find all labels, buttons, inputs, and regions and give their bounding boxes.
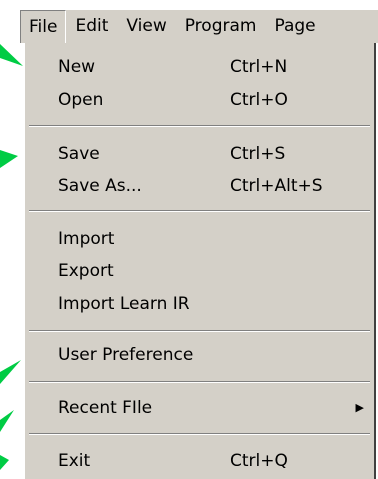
menu-item-exit-shortcut: Ctrl+Q <box>230 451 288 471</box>
submenu-arrow-icon: ▶ <box>355 401 364 414</box>
file-dropdown-menu: New Ctrl+N Open Ctrl+O Save Ctrl+S Save … <box>24 43 376 479</box>
menu-page[interactable]: Page <box>265 10 324 43</box>
menu-item-import-label: Import <box>58 229 115 249</box>
menu-item-save-as[interactable]: Save As... Ctrl+Alt+S <box>25 171 374 201</box>
menu-separator <box>29 433 370 435</box>
menu-separator <box>29 330 370 332</box>
callout-arrow-user-preference <box>0 360 21 384</box>
menu-item-recent-file[interactable]: Recent FIle ▶ <box>25 393 374 423</box>
menu-edit[interactable]: Edit <box>66 10 117 43</box>
menu-view[interactable]: View <box>117 10 175 43</box>
menu-item-save-shortcut: Ctrl+S <box>230 144 286 164</box>
menu-item-exit[interactable]: Exit Ctrl+Q <box>25 446 374 476</box>
menu-separator <box>29 125 370 127</box>
menu-item-save-as-label: Save As... <box>58 176 142 196</box>
menu-item-export-label: Export <box>58 261 114 281</box>
menu-separator <box>29 381 370 383</box>
menu-item-recent-file-label: Recent FIle <box>58 398 153 418</box>
menu-item-new-label: New <box>58 57 96 77</box>
menu-item-exit-label: Exit <box>58 451 91 471</box>
menu-separator <box>29 210 370 212</box>
menu-item-open-shortcut: Ctrl+O <box>230 90 288 110</box>
menu-item-open-label: Open <box>58 90 104 110</box>
menu-item-new[interactable]: New Ctrl+N <box>25 52 374 82</box>
menu-item-save[interactable]: Save Ctrl+S <box>25 139 374 169</box>
menu-item-new-shortcut: Ctrl+N <box>230 57 288 77</box>
menu-item-import-learn-ir-label: Import Learn IR <box>58 294 190 314</box>
menu-item-export[interactable]: Export <box>25 256 374 286</box>
menu-item-save-as-shortcut: Ctrl+Alt+S <box>230 176 323 196</box>
menu-program[interactable]: Program <box>176 10 266 43</box>
menu-item-open[interactable]: Open Ctrl+O <box>25 85 374 115</box>
menu-file[interactable]: File <box>20 10 67 43</box>
callout-arrow-new <box>0 44 23 66</box>
callout-arrow-save <box>0 150 18 168</box>
menu-item-import[interactable]: Import <box>25 224 374 254</box>
callout-arrow-recent-file <box>0 410 14 432</box>
menu-item-save-label: Save <box>58 144 100 164</box>
menu-item-user-preference[interactable]: User Preference <box>25 340 374 370</box>
callout-arrows <box>0 44 23 470</box>
callout-arrow-exit <box>0 455 9 470</box>
menu-item-user-preference-label: User Preference <box>58 345 194 365</box>
menu-bar: File Edit View Program Page <box>20 10 378 43</box>
menu-item-import-learn-ir[interactable]: Import Learn IR <box>25 289 374 319</box>
